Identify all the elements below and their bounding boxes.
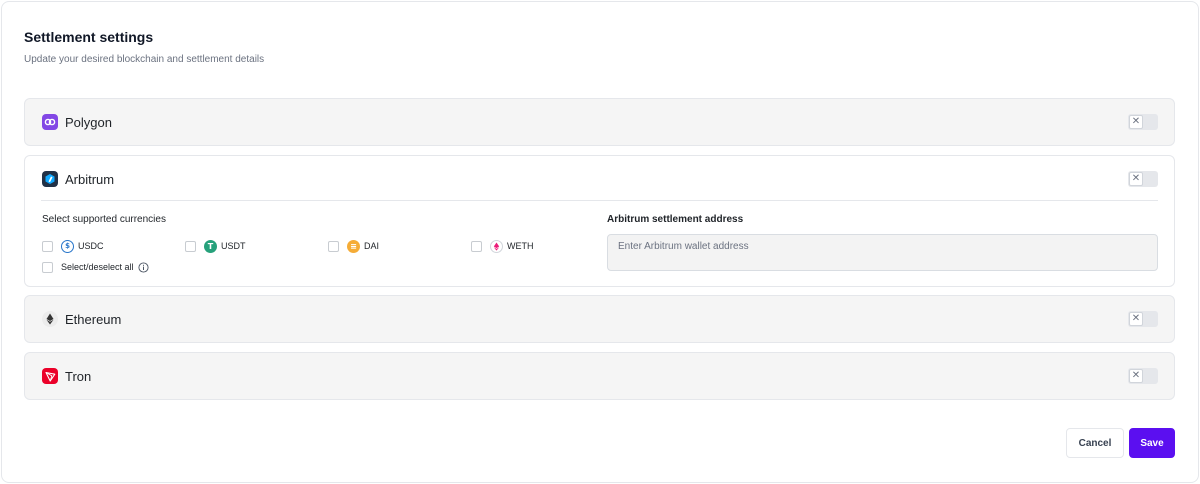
ethereum-icon (42, 311, 58, 327)
dai-checkbox[interactable] (328, 240, 339, 252)
divider (41, 200, 1158, 201)
chain-panel-arbitrum: Arbitrum ✕ Select supported currencies $… (24, 155, 1175, 287)
address-label: Arbitrum settlement address (607, 214, 744, 225)
chain-panel-ethereum[interactable]: Ethereum ✕ (24, 295, 1175, 343)
currency-label: USDC (78, 241, 104, 251)
arbitrum-toggle[interactable]: ✕ (1128, 171, 1158, 187)
chain-header-arbitrum[interactable]: Arbitrum ✕ (25, 156, 1174, 203)
currency-option-weth[interactable]: WETH (471, 239, 534, 253)
polygon-toggle[interactable]: ✕ (1128, 114, 1158, 130)
currency-option-usdc[interactable]: $ USDC (42, 239, 104, 253)
chain-panel-polygon[interactable]: Polygon ✕ (24, 98, 1175, 146)
chain-name: Arbitrum (65, 172, 115, 187)
arbitrum-address-input[interactable]: Enter Arbitrum wallet address (607, 234, 1158, 271)
save-button[interactable]: Save (1129, 428, 1175, 458)
chain-panel-tron[interactable]: Tron ✕ (24, 352, 1175, 400)
usdc-icon: $ (61, 239, 74, 253)
ethereum-toggle[interactable]: ✕ (1128, 311, 1158, 327)
toggle-off-icon: ✕ (1129, 369, 1143, 383)
page-title: Settlement settings (24, 29, 154, 45)
currency-label: DAI (364, 241, 380, 251)
currency-label: USDT (221, 241, 246, 251)
usdt-checkbox[interactable] (185, 240, 196, 252)
chain-name: Polygon (65, 115, 112, 130)
select-all-checkbox[interactable] (42, 261, 53, 273)
toggle-off-icon: ✕ (1129, 172, 1143, 186)
dai-icon: ≡ (347, 239, 360, 253)
address-placeholder: Enter Arbitrum wallet address (618, 241, 749, 252)
weth-icon (490, 239, 503, 253)
page-subtitle: Update your desired blockchain and settl… (24, 54, 265, 65)
arbitrum-icon (42, 171, 58, 187)
select-all-option[interactable]: Select/deselect all (42, 260, 149, 274)
chain-name: Tron (65, 369, 92, 384)
currency-option-dai[interactable]: ≡ DAI (328, 239, 379, 253)
toggle-off-icon: ✕ (1129, 312, 1143, 326)
tron-toggle[interactable]: ✕ (1128, 368, 1158, 384)
polygon-icon (42, 114, 58, 130)
usdc-checkbox[interactable] (42, 240, 53, 252)
select-all-label: Select/deselect all (61, 262, 134, 272)
currency-option-usdt[interactable]: T USDT (185, 239, 246, 253)
toggle-off-icon: ✕ (1129, 115, 1143, 129)
currencies-label: Select supported currencies (42, 214, 166, 225)
info-icon[interactable] (137, 261, 149, 273)
currency-label: WETH (507, 241, 534, 251)
chain-name: Ethereum (65, 312, 122, 327)
tron-icon (42, 368, 58, 384)
usdt-icon: T (204, 239, 217, 253)
cancel-button[interactable]: Cancel (1066, 428, 1124, 458)
weth-checkbox[interactable] (471, 240, 482, 252)
